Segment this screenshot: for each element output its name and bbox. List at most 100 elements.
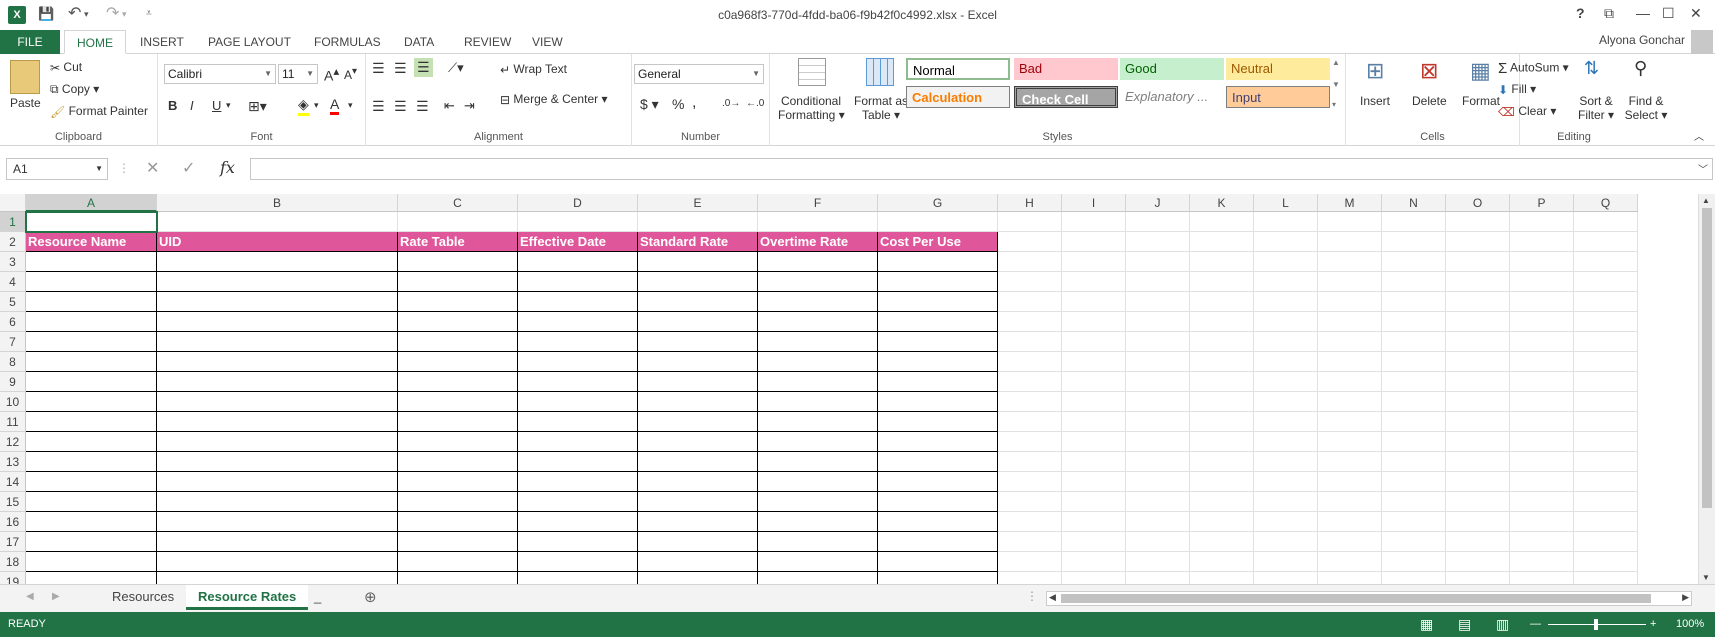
decrease-indent-icon[interactable]: ⇤	[444, 98, 455, 114]
cell-i19[interactable]	[1062, 572, 1126, 584]
delete-cells-icon[interactable]: ⊠	[1420, 58, 1438, 84]
cell-f13[interactable]	[758, 452, 878, 472]
cell-g8[interactable]	[878, 352, 998, 372]
cell-a18[interactable]	[26, 552, 157, 572]
align-top-icon[interactable]: ☰	[372, 60, 385, 77]
cell-d16[interactable]	[518, 512, 638, 532]
cell-m4[interactable]	[1318, 272, 1382, 292]
cell-e9[interactable]	[638, 372, 758, 392]
cell-n7[interactable]	[1382, 332, 1446, 352]
align-bottom-icon[interactable]: ☰	[414, 58, 433, 77]
cell-i1[interactable]	[1062, 212, 1126, 232]
cell-g18[interactable]	[878, 552, 998, 572]
style-good[interactable]: Good	[1120, 58, 1224, 80]
cell-j9[interactable]	[1126, 372, 1190, 392]
copy-button[interactable]: ⧉ Copy ▾	[50, 82, 99, 97]
grow-font-icon[interactable]: A▴	[324, 64, 339, 84]
active-cell-selection[interactable]	[25, 211, 158, 233]
cell-a19[interactable]	[26, 572, 157, 584]
cell-d1[interactable]	[518, 212, 638, 232]
cell-p19[interactable]	[1510, 572, 1574, 584]
cell-h11[interactable]	[998, 412, 1062, 432]
cell-e3[interactable]	[638, 252, 758, 272]
cell-l1[interactable]	[1254, 212, 1318, 232]
cell-j18[interactable]	[1126, 552, 1190, 572]
cell-h3[interactable]	[998, 252, 1062, 272]
cell-l19[interactable]	[1254, 572, 1318, 584]
cell-k13[interactable]	[1190, 452, 1254, 472]
cell-h13[interactable]	[998, 452, 1062, 472]
cell-k14[interactable]	[1190, 472, 1254, 492]
cell-b8[interactable]	[157, 352, 398, 372]
cell-m6[interactable]	[1318, 312, 1382, 332]
font-color-dropdown-icon[interactable]: ▾	[348, 100, 353, 111]
column-header-h[interactable]: H	[998, 194, 1062, 212]
cell-i18[interactable]	[1062, 552, 1126, 572]
cell-i13[interactable]	[1062, 452, 1126, 472]
cell-m10[interactable]	[1318, 392, 1382, 412]
cell-j1[interactable]	[1126, 212, 1190, 232]
insert-cells-icon[interactable]: ⊞	[1366, 58, 1384, 84]
cell-g5[interactable]	[878, 292, 998, 312]
cell-g1[interactable]	[878, 212, 998, 232]
column-header-m[interactable]: M	[1318, 194, 1382, 212]
cell-o14[interactable]	[1446, 472, 1510, 492]
cell-j8[interactable]	[1126, 352, 1190, 372]
cell-n9[interactable]	[1382, 372, 1446, 392]
cell-q9[interactable]	[1574, 372, 1638, 392]
cell-p13[interactable]	[1510, 452, 1574, 472]
cell-c1[interactable]	[398, 212, 518, 232]
column-header-o[interactable]: O	[1446, 194, 1510, 212]
cell-m8[interactable]	[1318, 352, 1382, 372]
cell-g4[interactable]	[878, 272, 998, 292]
cell-c19[interactable]	[398, 572, 518, 584]
style-normal[interactable]: Normal	[906, 58, 1010, 80]
tab-insert[interactable]: INSERT	[128, 30, 196, 54]
cell-c18[interactable]	[398, 552, 518, 572]
cell-b2[interactable]: UID	[157, 232, 398, 252]
cell-d11[interactable]	[518, 412, 638, 432]
cell-d7[interactable]	[518, 332, 638, 352]
row-header-7[interactable]: 7	[0, 332, 26, 352]
cell-c6[interactable]	[398, 312, 518, 332]
align-center-icon[interactable]: ☰	[394, 98, 407, 115]
ribbon-display-icon[interactable]: ⧉	[1604, 5, 1614, 22]
tab-home[interactable]: HOME	[64, 30, 126, 54]
column-header-l[interactable]: L	[1254, 194, 1318, 212]
vertical-scroll-thumb[interactable]	[1702, 208, 1712, 508]
row-header-15[interactable]: 15	[0, 492, 26, 512]
cell-c8[interactable]	[398, 352, 518, 372]
zoom-slider-thumb[interactable]	[1594, 619, 1598, 630]
cell-b19[interactable]	[157, 572, 398, 584]
fill-button[interactable]: ⬇ Fill ▾	[1498, 82, 1536, 97]
cell-g11[interactable]	[878, 412, 998, 432]
cell-e10[interactable]	[638, 392, 758, 412]
row-header-4[interactable]: 4	[0, 272, 26, 292]
cell-k17[interactable]	[1190, 532, 1254, 552]
maximize-icon[interactable]: ☐	[1662, 5, 1675, 22]
row-header-6[interactable]: 6	[0, 312, 26, 332]
cell-b6[interactable]	[157, 312, 398, 332]
cell-d19[interactable]	[518, 572, 638, 584]
cut-button[interactable]: ✂ Cut	[50, 60, 82, 75]
cell-d9[interactable]	[518, 372, 638, 392]
cell-e7[interactable]	[638, 332, 758, 352]
cell-l18[interactable]	[1254, 552, 1318, 572]
insert-button[interactable]: Insert	[1360, 94, 1390, 108]
cell-o8[interactable]	[1446, 352, 1510, 372]
cell-n14[interactable]	[1382, 472, 1446, 492]
cell-l7[interactable]	[1254, 332, 1318, 352]
cell-f11[interactable]	[758, 412, 878, 432]
cell-j19[interactable]	[1126, 572, 1190, 584]
cell-k19[interactable]	[1190, 572, 1254, 584]
cell-l11[interactable]	[1254, 412, 1318, 432]
cell-e16[interactable]	[638, 512, 758, 532]
cell-o17[interactable]	[1446, 532, 1510, 552]
cell-p15[interactable]	[1510, 492, 1574, 512]
tab-formulas[interactable]: FORMULAS	[302, 30, 393, 54]
cell-q12[interactable]	[1574, 432, 1638, 452]
cell-q10[interactable]	[1574, 392, 1638, 412]
cell-k5[interactable]	[1190, 292, 1254, 312]
formula-input[interactable]: ﹀	[250, 158, 1713, 180]
cell-j5[interactable]	[1126, 292, 1190, 312]
